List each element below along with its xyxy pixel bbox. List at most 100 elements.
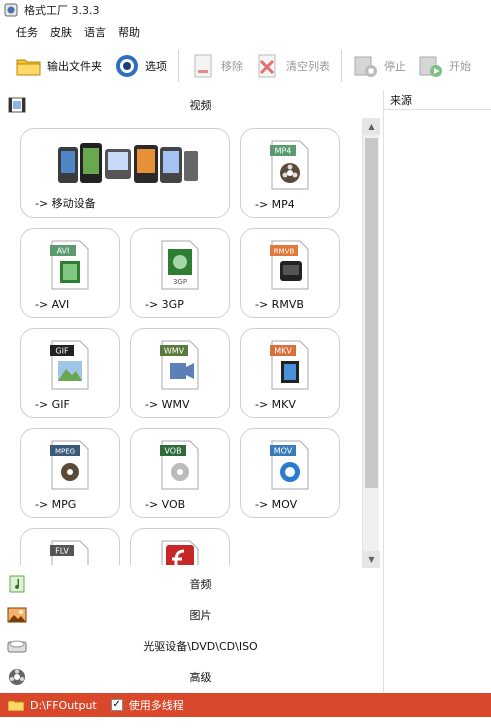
start-button[interactable]: 开始 xyxy=(412,48,475,84)
output-path[interactable]: D:\FFOutput xyxy=(30,699,97,712)
other-categories: 音频 图片 光驱设备\DVD\CD\ISO 高级 xyxy=(0,568,381,692)
tile-mpg-label: -> MPG xyxy=(35,498,77,511)
tile-grid-scrollbar[interactable]: ▲ ▼ xyxy=(362,118,380,568)
menu-task[interactable]: 任务 xyxy=(10,24,44,40)
mov-badge-text: MOV xyxy=(274,447,293,456)
options-button[interactable]: 选项 xyxy=(108,48,171,84)
tile-mkv-label: -> MKV xyxy=(255,398,296,411)
window-bottom-edge xyxy=(0,717,491,728)
function-panel: 视频 -> 移动设备 MP4 -> MP4 AVI -> AVI 3GP -> … xyxy=(0,90,381,692)
tile-mpg[interactable]: MPEG -> MPG xyxy=(20,428,120,518)
category-video-label: 视频 xyxy=(189,99,212,112)
tile-vob-label: -> VOB xyxy=(145,498,186,511)
clear-list-icon xyxy=(253,51,283,81)
3gp-file-icon: 3GP xyxy=(161,240,199,290)
stop-icon xyxy=(351,51,381,81)
category-rom-label: 光驱设备\DVD\CD\ISO xyxy=(143,639,258,653)
mov-file-icon: MOV xyxy=(270,440,309,490)
tile-mobile-device[interactable]: -> 移动设备 xyxy=(20,128,230,218)
tile-mov[interactable]: MOV -> MOV xyxy=(240,428,340,518)
picture-icon xyxy=(6,604,28,626)
flv-badge-text: FLV xyxy=(55,547,69,556)
mpeg-file-icon: MPEG xyxy=(50,440,89,490)
multithread-checkbox[interactable]: ✓ xyxy=(110,699,123,711)
column-header-source[interactable]: 来源 xyxy=(384,90,491,110)
output-folder-label: 输出文件夹 xyxy=(47,60,102,73)
tile-mp4[interactable]: MP4 -> MP4 xyxy=(240,128,340,218)
tile-wmv[interactable]: WMV -> WMV xyxy=(130,328,230,418)
tile-mkv[interactable]: MKV -> MKV xyxy=(240,328,340,418)
scroll-up-arrow-icon[interactable]: ▲ xyxy=(363,118,380,135)
stop-label: 停止 xyxy=(384,60,406,73)
window-title: 格式工厂 3.3.3 xyxy=(24,4,100,17)
output-folder-button[interactable]: 输出文件夹 xyxy=(10,48,106,84)
clear-list-label: 清空列表 xyxy=(286,60,330,73)
mp4-badge-text: MP4 xyxy=(275,147,292,156)
vob-badge-text: VOB xyxy=(164,447,181,456)
category-picture[interactable]: 图片 xyxy=(0,599,381,630)
wmv-file-icon: WMV xyxy=(160,340,199,390)
mpeg-badge-text: MPEG xyxy=(55,448,75,456)
menu-skin[interactable]: 皮肤 xyxy=(44,24,78,40)
task-list[interactable]: 来源 xyxy=(383,90,491,692)
rmvb-file-icon: RMVB xyxy=(270,240,309,290)
tile-vob[interactable]: VOB -> VOB xyxy=(130,428,230,518)
toolbar-separator xyxy=(341,50,342,82)
category-advanced[interactable]: 高级 xyxy=(0,661,381,692)
app-logo-icon xyxy=(4,3,18,17)
clear-list-button[interactable]: 清空列表 xyxy=(249,48,334,84)
gif-badge-text: GIF xyxy=(55,347,69,356)
wmv-badge-text: WMV xyxy=(164,347,185,356)
tile-rmvb[interactable]: RMVB -> RMVB xyxy=(240,228,340,318)
music-note-icon xyxy=(6,573,28,595)
mp4-file-icon: MP4 xyxy=(270,140,309,190)
tile-avi-label: -> AVI xyxy=(35,298,70,311)
remove-button[interactable]: 移除 xyxy=(184,48,247,84)
category-audio-label: 音频 xyxy=(189,577,212,591)
avi-badge-text: AVI xyxy=(57,247,70,256)
start-label: 开始 xyxy=(449,60,471,73)
3gp-badge-text: 3GP xyxy=(173,278,187,286)
tile-rmvb-label: -> RMVB xyxy=(255,298,304,311)
multithread-label: 使用多线程 xyxy=(128,699,184,712)
menu-language[interactable]: 语言 xyxy=(78,24,112,40)
tile-avi[interactable]: AVI -> AVI xyxy=(20,228,120,318)
menu-help[interactable]: 帮助 xyxy=(112,24,146,40)
title-bar: 格式工厂 3.3.3 xyxy=(0,0,491,20)
toolbar-separator xyxy=(178,50,179,82)
mkv-file-icon: MKV xyxy=(270,340,309,390)
rmvb-badge-text: RMVB xyxy=(274,248,295,256)
scroll-down-arrow-icon[interactable]: ▼ xyxy=(363,551,380,568)
category-video[interactable]: 视频 xyxy=(0,90,381,120)
remove-label: 移除 xyxy=(221,60,243,73)
tile-gif-label: -> GIF xyxy=(35,398,70,411)
tile-flv[interactable]: FLV xyxy=(20,528,120,565)
start-icon xyxy=(416,51,446,81)
vob-file-icon: VOB xyxy=(160,440,199,490)
video-category-icon xyxy=(6,94,28,116)
tile-swf[interactable] xyxy=(130,528,230,565)
category-audio[interactable]: 音频 xyxy=(0,568,381,599)
gif-file-icon: GIF xyxy=(50,340,89,390)
scroll-thumb[interactable] xyxy=(365,138,378,488)
menu-bar: 任务 皮肤 语言 帮助 xyxy=(0,22,146,42)
app-window: 格式工厂 3.3.3 任务 皮肤 语言 帮助 输出文件夹 选项 移除 清空列表 … xyxy=(0,0,491,728)
output-folder-status-icon[interactable] xyxy=(8,699,24,711)
flash-file-icon xyxy=(161,540,199,565)
category-advanced-label: 高级 xyxy=(189,670,212,684)
tile-mov-label: -> MOV xyxy=(255,498,298,511)
status-bar: D:\FFOutput ✓ 使用多线程 xyxy=(0,693,491,717)
category-picture-label: 图片 xyxy=(189,608,212,622)
mobile-devices-icon xyxy=(58,143,198,183)
options-label: 选项 xyxy=(145,60,167,73)
folder-icon xyxy=(14,51,44,81)
flv-file-icon: FLV xyxy=(50,540,89,565)
tile-3gp[interactable]: 3GP -> 3GP xyxy=(130,228,230,318)
category-rom-device[interactable]: 光驱设备\DVD\CD\ISO xyxy=(0,630,381,661)
mkv-badge-text: MKV xyxy=(274,347,292,356)
tile-mp4-label: -> MP4 xyxy=(255,198,295,211)
tile-gif[interactable]: GIF -> GIF xyxy=(20,328,120,418)
toolbar: 输出文件夹 选项 移除 清空列表 停止 开始 xyxy=(0,44,491,88)
remove-icon xyxy=(188,51,218,81)
stop-button[interactable]: 停止 xyxy=(347,48,410,84)
